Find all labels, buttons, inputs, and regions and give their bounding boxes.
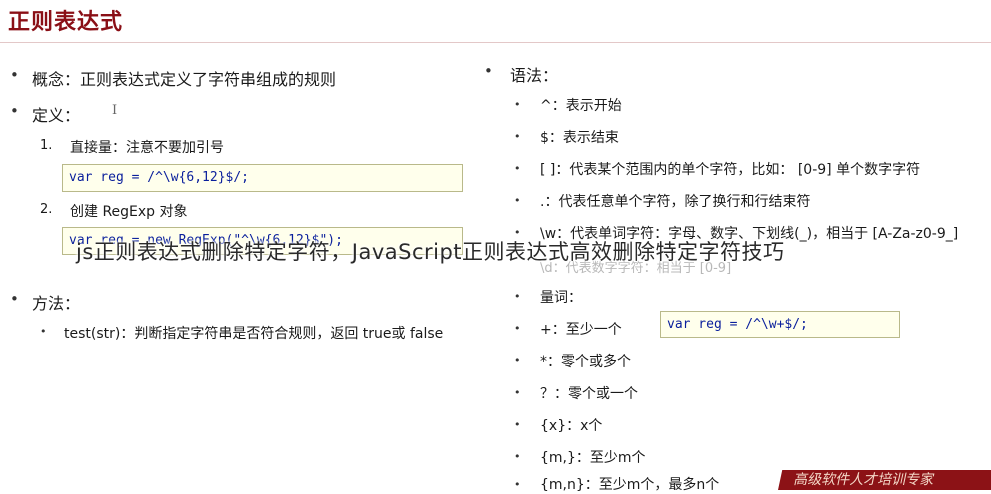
slide-title: 正则表达式: [8, 10, 124, 35]
def-item-2-number: 2.: [40, 202, 53, 217]
bullet-dot-icon: •: [514, 162, 521, 175]
syntax-heading: 语法：: [510, 66, 559, 85]
watermark-banner: 高级软件人才培训专家: [778, 470, 991, 490]
syntax-item-dollar: $：表示结束: [540, 130, 619, 146]
plus-code: var reg = /^\w+$/;: [667, 317, 808, 332]
bullet-dot-icon: •: [514, 290, 521, 303]
bullet-dot-icon: •: [514, 450, 521, 463]
bullet-dot-icon: •: [484, 62, 493, 80]
quantifier-m-min: {m,}：至少m个: [540, 450, 646, 466]
def-item-1-number: 1.: [40, 138, 53, 153]
quantifier-question: ？：零个或一个: [540, 386, 638, 402]
bullet-dot-icon: •: [10, 66, 19, 84]
overlay-caption: js正则表达式删除特定字符，JavaScript正则表达式高效删除特定字符技巧: [76, 240, 785, 264]
syntax-item-brackets: [ ]：代表某个范围内的单个字符，比如： [0-9] 单个数字字符: [540, 162, 921, 178]
bullet-dot-icon: •: [514, 130, 521, 143]
bullet-dot-icon: •: [514, 322, 521, 335]
definition-heading: 定义：: [32, 106, 81, 125]
concept-text: 概念：正则表达式定义了字符串组成的规则: [32, 70, 337, 89]
bullet-dot-icon: •: [514, 478, 521, 491]
bullet-dot-icon: •: [514, 418, 521, 431]
bullet-dot-icon: •: [10, 290, 19, 308]
def-item-1-label: 直接量：注意不要加引号: [70, 140, 224, 156]
method-item: test(str)：判断指定字符串是否符合规则，返回 true或 false: [64, 326, 444, 342]
quantifier-x: {x}：x个: [540, 418, 603, 434]
def-item-2-label: 创建 RegExp 对象: [70, 204, 188, 220]
bullet-dot-icon: •: [514, 354, 521, 367]
bullet-dot-icon: •: [514, 98, 521, 111]
title-divider: [0, 42, 991, 43]
bullet-dot-icon: •: [40, 325, 47, 338]
method-heading: 方法：: [32, 294, 81, 313]
bullet-dot-icon: •: [514, 386, 521, 399]
bullet-dot-icon: •: [514, 194, 521, 207]
literal-code: var reg = /^\w{6,12}$/;: [69, 170, 250, 185]
syntax-item-caret: ^：表示开始: [540, 98, 622, 114]
syntax-item-dot: .：代表任意单个字符，除了换行和行结束符: [540, 194, 811, 210]
text-cursor-icon: I: [112, 103, 118, 118]
quantifier-star: *：零个或多个: [540, 354, 631, 370]
quantifier-heading: 量词：: [540, 290, 582, 306]
plus-code-box: var reg = /^\w+$/;: [660, 311, 900, 338]
quantifier-m-n: {m,n}：至少m个，最多n个: [540, 477, 720, 493]
quantifier-plus: +：至少一个: [540, 322, 622, 338]
watermark-text: 高级软件人才培训专家: [792, 472, 936, 488]
literal-code-box: var reg = /^\w{6,12}$/;: [62, 164, 463, 192]
bullet-dot-icon: •: [10, 102, 19, 120]
